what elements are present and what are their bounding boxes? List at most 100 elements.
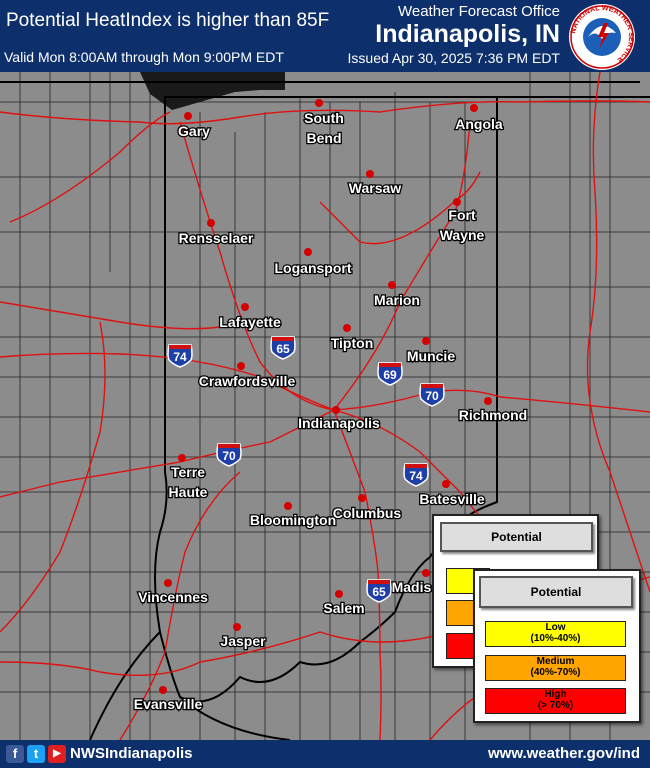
city-label: Indianapolis <box>298 415 380 431</box>
legend-medium-range: (40%-70%) <box>530 667 581 678</box>
city-dot <box>207 219 215 227</box>
facebook-icon[interactable]: f <box>6 745 24 763</box>
interstate-number: 74 <box>409 469 423 483</box>
interstate-shield-band <box>368 580 390 584</box>
interstate-number: 70 <box>425 389 439 403</box>
city-columbus: Columbus <box>331 494 403 522</box>
city-muncie: Muncie <box>406 337 457 365</box>
city-lafayette: Lafayette <box>218 303 282 331</box>
legend-medium-label: Medium <box>536 656 575 667</box>
city-label: Batesville <box>419 491 485 507</box>
legend-panel: Potential Low (10%-40%) Medium (40%-70%)… <box>473 569 641 723</box>
lake-michigan <box>140 72 285 110</box>
interstate-shield-band <box>379 363 401 367</box>
city-dot <box>422 569 430 577</box>
youtube-icon[interactable]: ▶ <box>48 745 66 763</box>
legend-back-title: Potential <box>440 522 593 552</box>
valid-time: Valid Mon 8:00AM through Mon 9:00PM EDT <box>4 49 284 65</box>
city-crawfordsville: Crawfordsville <box>197 362 297 390</box>
city-rensselaer: Rensselaer <box>177 219 255 247</box>
legend-high-label: High <box>544 689 567 700</box>
legend-item-high: High (> 70%) <box>485 688 626 714</box>
city-dot <box>442 480 450 488</box>
city-marion: Marion <box>373 281 421 309</box>
city-label: Vincennes <box>138 589 208 605</box>
city-dot <box>332 406 340 414</box>
city-label-line2: Haute <box>169 484 208 500</box>
city-label: South <box>304 110 344 126</box>
city-label: Gary <box>178 123 210 139</box>
nws-logo: NATIONAL WEATHER SERVICE <box>568 3 636 70</box>
city-dot <box>159 686 167 694</box>
city-dot <box>453 198 461 206</box>
city-label: Columbus <box>333 505 402 521</box>
city-fort-wayne: Fort Wayne <box>438 198 486 244</box>
legend-item-medium: Medium (40%-70%) <box>485 655 626 681</box>
interstate-shield-74: 74 <box>167 344 193 368</box>
city-dot <box>233 623 241 631</box>
city-label: Muncie <box>407 348 455 364</box>
city-logansport: Logansport <box>273 248 353 277</box>
city-warsaw: Warsaw <box>348 170 403 197</box>
city-label-line2: Wayne <box>440 227 485 243</box>
product-title: Potential HeatIndex is higher than 85F <box>6 10 330 31</box>
interstate-shield-70: 70 <box>216 443 242 467</box>
city-dot <box>184 112 192 120</box>
interstate-shield-69: 69 <box>377 362 403 386</box>
city-label: Salem <box>323 600 364 616</box>
city-label: Evansville <box>134 696 203 712</box>
city-label: Tipton <box>331 335 374 351</box>
footer-bar: f t ▶ NWSIndianapolis www.weather.gov/in… <box>0 740 650 768</box>
city-dot <box>366 170 374 178</box>
city-label: Crawfordsville <box>199 373 296 389</box>
city-richmond: Richmond <box>457 397 529 424</box>
social-handle[interactable]: NWSIndianapolis <box>70 745 193 762</box>
interstate-number: 69 <box>383 368 397 382</box>
city-dot <box>343 324 351 332</box>
interstate-number: 70 <box>222 449 236 463</box>
city-label: Bloomington <box>250 512 336 528</box>
city-dot <box>335 590 343 598</box>
city-jasper: Jasper <box>219 623 267 650</box>
interstate-shield-74: 74 <box>403 463 429 487</box>
interstate-shield-band <box>218 444 240 448</box>
header-bar: Potential HeatIndex is higher than 85F V… <box>0 0 650 72</box>
city-label: Warsaw <box>349 180 402 196</box>
city-label: Rensselaer <box>179 230 254 246</box>
city-salem: Salem <box>322 590 366 617</box>
website-link[interactable]: www.weather.gov/ind <box>488 745 640 762</box>
legend-item-low: Low (10%-40%) <box>485 621 626 647</box>
city-dot <box>358 494 366 502</box>
legend-low-label: Low <box>545 622 566 633</box>
legend-low-range: (10%-40%) <box>530 633 581 644</box>
city-label: Jasper <box>220 633 266 649</box>
city-label: Terre <box>171 464 205 480</box>
city-south-bend: South Bend <box>303 99 345 147</box>
city-label: Fort <box>448 207 476 223</box>
interstate-shield-band <box>405 464 427 468</box>
city-dot <box>237 362 245 370</box>
city-dot <box>284 502 292 510</box>
city-tipton: Tipton <box>329 324 375 352</box>
issued-time: Issued Apr 30, 2025 7:36 PM EDT <box>347 50 560 66</box>
office-label: Weather Forecast Office <box>397 3 560 20</box>
city-dot <box>470 104 478 112</box>
city-label: Richmond <box>459 407 527 423</box>
interstate-number: 74 <box>173 350 187 364</box>
city-label: Logansport <box>275 260 352 276</box>
interstate-shield-band <box>272 337 294 341</box>
city-bloomington: Bloomington <box>249 502 337 529</box>
city-vincennes: Vincennes <box>137 579 209 606</box>
city-label: Angola <box>455 116 503 132</box>
interstate-shield-65: 65 <box>366 579 392 603</box>
legend-title: Potential <box>479 576 633 608</box>
interstate-number: 65 <box>276 342 290 356</box>
interstate-number: 65 <box>372 585 386 599</box>
twitter-icon[interactable]: t <box>27 745 45 763</box>
office-city: Indianapolis, IN <box>375 20 560 48</box>
city-dot <box>422 337 430 345</box>
city-evansville: Evansville <box>132 686 204 713</box>
interstate-shield-70: 70 <box>419 383 445 407</box>
social-icons: f t ▶ <box>6 745 66 763</box>
city-label: Marion <box>374 292 420 308</box>
